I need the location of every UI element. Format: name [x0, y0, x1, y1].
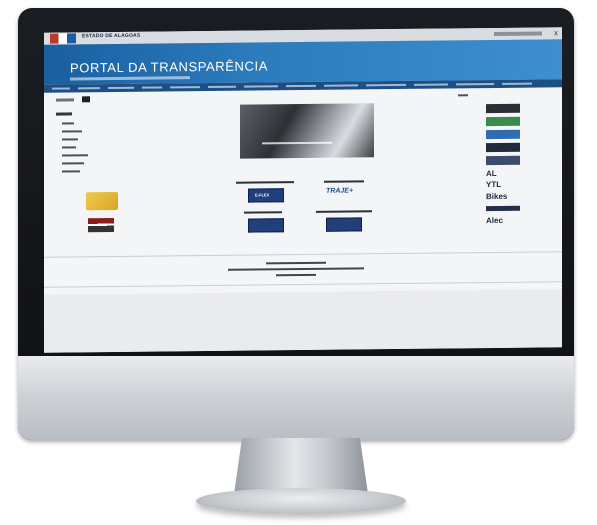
menu-item[interactable]: [62, 122, 74, 125]
nav-item[interactable]: [324, 84, 358, 87]
gold-card-banner[interactable]: [86, 191, 118, 211]
nav-item[interactable]: [142, 86, 162, 89]
menu-item[interactable]: [62, 130, 82, 133]
portal-banner: PORTAL DA TRANSPARÊNCIA: [44, 39, 562, 85]
sidebar-logo-ytl[interactable]: YTL: [486, 180, 501, 189]
traje-logo[interactable]: TRAJE+: [326, 187, 353, 194]
sidebar-logo[interactable]: [486, 155, 520, 166]
section-header-line: [244, 211, 282, 214]
nav-item[interactable]: [244, 85, 278, 88]
sidebar-heading: [458, 94, 468, 97]
menu-item[interactable]: [62, 170, 80, 173]
footer-text: [276, 273, 316, 277]
nav-item[interactable]: [78, 87, 100, 90]
sidebar-logo[interactable]: [486, 116, 520, 127]
page-bottom-area: [44, 289, 562, 353]
nav-item[interactable]: [366, 83, 406, 87]
header-right-text: [494, 31, 542, 36]
portal-subtitle: [70, 76, 190, 81]
nav-item[interactable]: [456, 82, 494, 86]
footer-separator: [44, 281, 562, 288]
login-field[interactable]: [56, 98, 74, 102]
footer-text: [228, 267, 364, 271]
nav-item[interactable]: [502, 82, 532, 85]
sidebar-logo[interactable]: [486, 129, 520, 140]
monitor-stand-neck: [234, 438, 368, 494]
footer-separator: [44, 251, 562, 258]
sidebar-logo[interactable]: [486, 205, 520, 212]
hero-image[interactable]: [240, 103, 374, 159]
monitor-screen: ESTADO DE ALAGOAS x PORTAL DA TRANSPARÊN…: [44, 27, 562, 353]
eflex-badge[interactable]: E-FLEX: [248, 188, 284, 203]
menu-item[interactable]: [62, 138, 78, 141]
close-icon[interactable]: x: [554, 28, 558, 37]
nav-item[interactable]: [170, 86, 200, 89]
section-header-line: [324, 180, 364, 183]
blue-badge[interactable]: [326, 217, 362, 232]
sidebar-logo-alec[interactable]: Alec: [486, 216, 503, 225]
menu-heading: [56, 112, 72, 116]
section-header-line: [316, 210, 372, 213]
nav-item[interactable]: [52, 87, 70, 90]
sidebar-logo[interactable]: [486, 142, 520, 153]
badge-label: E-FLEX: [255, 192, 270, 198]
section-header-line: [236, 181, 294, 184]
nav-item[interactable]: [414, 83, 448, 86]
state-flag-icon: [50, 33, 76, 44]
menu-item[interactable]: [62, 146, 76, 149]
sidebar-logo-bikes[interactable]: Bikes: [486, 192, 507, 201]
nav-item[interactable]: [208, 85, 236, 88]
state-title: ESTADO DE ALAGOAS: [82, 32, 141, 40]
sidebar-logo-al[interactable]: AL: [486, 169, 497, 178]
footer-text: [266, 261, 326, 265]
nav-item[interactable]: [286, 84, 316, 88]
monitor-stand-base: [196, 488, 406, 514]
partner-logo[interactable]: [88, 217, 114, 233]
login-button[interactable]: [82, 96, 90, 103]
portal-title: PORTAL DA TRANSPARÊNCIA: [70, 58, 269, 76]
sidebar-logo[interactable]: [486, 103, 520, 114]
menu-item[interactable]: [62, 154, 88, 157]
monitor-chin: [18, 356, 574, 440]
imac-photo: ESTADO DE ALAGOAS x PORTAL DA TRANSPARÊN…: [0, 0, 597, 525]
blue-badge[interactable]: [248, 218, 284, 233]
nav-item[interactable]: [108, 86, 134, 90]
menu-item[interactable]: [62, 162, 84, 165]
